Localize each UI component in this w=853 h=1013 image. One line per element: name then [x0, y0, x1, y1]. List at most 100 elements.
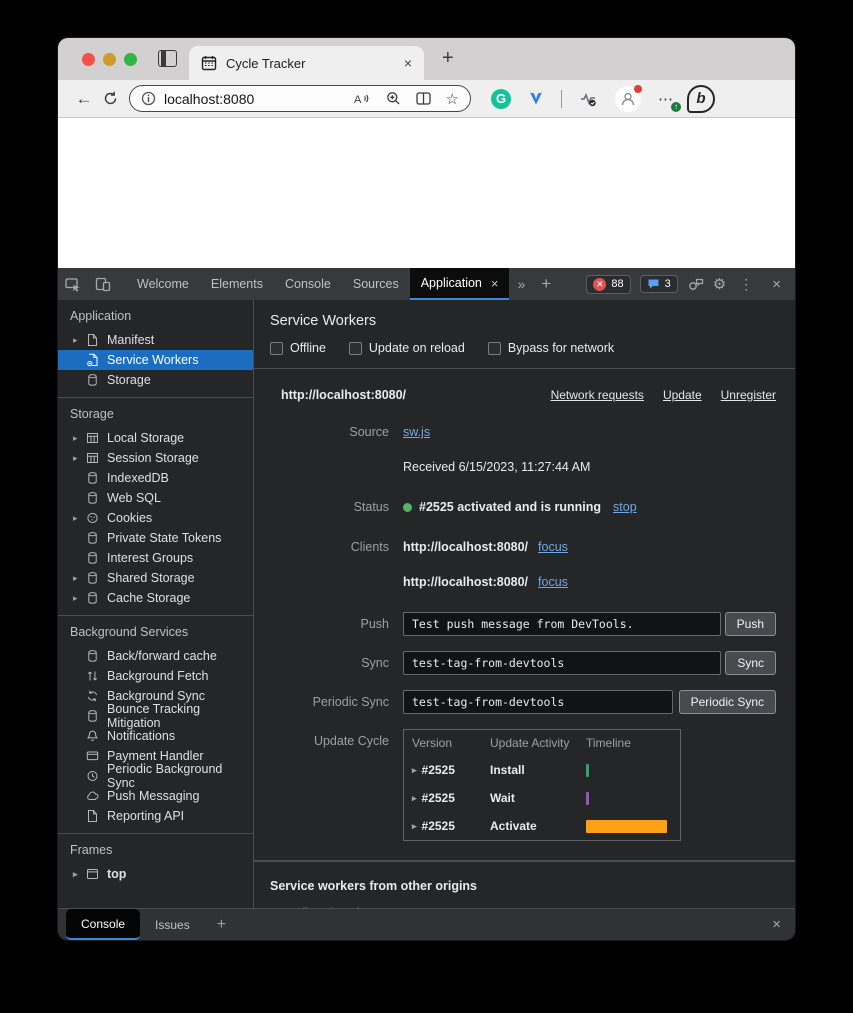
add-panel-icon[interactable]: +: [533, 268, 559, 300]
copilot-icon[interactable]: b: [687, 85, 715, 113]
browser-tab[interactable]: Cycle Tracker ×: [189, 46, 424, 80]
expand-arrow-icon[interactable]: ▸: [412, 793, 417, 804]
address-bar[interactable]: localhost:8080 A ☆: [129, 85, 471, 112]
grammarly-extension-icon[interactable]: G: [491, 89, 511, 109]
checkbox-update-on-reload[interactable]: Update on reload: [349, 341, 465, 355]
periodic-sync-tag-input[interactable]: [403, 690, 673, 714]
update-cycle-header: Timeline: [586, 736, 672, 750]
expand-arrow-icon[interactable]: ▸: [73, 453, 86, 464]
health-extension-icon[interactable]: [579, 91, 598, 107]
close-tab-icon[interactable]: ×: [404, 55, 412, 71]
stop-link[interactable]: stop: [613, 500, 637, 514]
close-drawer-icon[interactable]: ×: [758, 909, 795, 940]
sidebar-item-background-fetch[interactable]: Background Fetch: [58, 666, 253, 686]
kebab-menu-icon[interactable]: ⋮: [735, 276, 757, 293]
sidebar-item-indexeddb[interactable]: IndexedDB: [58, 468, 253, 488]
network-requests-link[interactable]: Network requests: [551, 388, 644, 402]
split-screen-icon[interactable]: [416, 92, 431, 105]
sidebar-item-label: top: [107, 867, 126, 881]
unregister-link[interactable]: Unregister: [721, 388, 776, 402]
settings-gear-icon[interactable]: ⚙: [713, 275, 726, 293]
sidebar-item-label: Local Storage: [107, 431, 184, 445]
update-cycle-row[interactable]: ▸#2525Wait: [404, 784, 680, 812]
drawer-tab-issues[interactable]: Issues: [140, 909, 205, 940]
expand-arrow-icon[interactable]: ▸: [73, 513, 86, 524]
sidebar-item-top[interactable]: ▸ top: [58, 864, 253, 884]
new-tab-button[interactable]: +: [442, 47, 454, 70]
push-label: Push: [281, 617, 389, 631]
close-panel-tab-icon[interactable]: ×: [491, 276, 499, 291]
focus-link[interactable]: focus: [538, 575, 568, 589]
toolbar-separator: [561, 90, 562, 108]
activity-value: Install: [490, 763, 586, 777]
sidebar-item-periodic-background-sync[interactable]: Periodic Background Sync: [58, 766, 253, 786]
update-cycle-row[interactable]: ▸#2525Install: [404, 756, 680, 784]
expand-arrow-icon[interactable]: ▸: [412, 821, 417, 832]
sidebar-item-back-forward-cache[interactable]: Back/forward cache: [58, 646, 253, 666]
push-message-input[interactable]: [403, 612, 721, 636]
minimize-window-button[interactable]: [103, 53, 116, 66]
expand-arrow-icon[interactable]: ▸: [73, 335, 86, 346]
v-extension-icon[interactable]: [528, 91, 544, 106]
expand-arrow-icon[interactable]: ▸: [73, 433, 86, 444]
device-toolbar-icon[interactable]: [88, 268, 118, 300]
close-devtools-icon[interactable]: ×: [766, 276, 787, 293]
expand-arrow-icon[interactable]: ▸: [73, 869, 86, 880]
expand-arrow-icon[interactable]: ▸: [73, 593, 86, 604]
profile-avatar[interactable]: [615, 86, 641, 112]
sync-tag-input[interactable]: [403, 651, 721, 675]
close-window-button[interactable]: [82, 53, 95, 66]
inspect-element-icon[interactable]: [58, 268, 88, 300]
devtools-tab-sources[interactable]: Sources: [342, 268, 410, 300]
read-aloud-icon[interactable]: A: [354, 92, 371, 106]
tab-overview-icon[interactable]: [158, 50, 177, 67]
sidebar-item-interest-groups[interactable]: Interest Groups: [58, 548, 253, 568]
issues-badge[interactable]: 3: [640, 275, 678, 293]
refresh-icon[interactable]: [97, 90, 123, 107]
zoom-window-button[interactable]: [124, 53, 137, 66]
sidebar-item-bounce-tracking-mitigation[interactable]: Bounce Tracking Mitigation: [58, 706, 253, 726]
sidebar-item-private-state-tokens[interactable]: Private State Tokens: [58, 528, 253, 548]
devtools-tab-elements[interactable]: Elements: [200, 268, 274, 300]
checkbox-offline[interactable]: Offline: [270, 341, 326, 355]
drawer-tab-console[interactable]: Console: [66, 909, 140, 940]
sidebar-item-manifest[interactable]: ▸Manifest: [58, 330, 253, 350]
sidebar-item-label: IndexedDB: [107, 471, 169, 485]
more-menu-icon[interactable]: ⋯↑: [658, 90, 673, 108]
sidebar-item-session-storage[interactable]: ▸Session Storage: [58, 448, 253, 468]
focus-link[interactable]: focus: [538, 540, 568, 554]
update-link[interactable]: Update: [663, 388, 702, 402]
checkbox-box[interactable]: [349, 342, 362, 355]
sidebar-item-service-workers[interactable]: Service Workers: [58, 350, 253, 370]
sidebar-item-storage[interactable]: Storage: [58, 370, 253, 390]
devtools-tab-welcome[interactable]: Welcome: [126, 268, 200, 300]
expand-arrow-icon[interactable]: ▸: [73, 573, 86, 584]
url-text[interactable]: localhost:8080: [164, 91, 254, 107]
feedback-icon[interactable]: [687, 277, 704, 292]
sidebar-item-shared-storage[interactable]: ▸Shared Storage: [58, 568, 253, 588]
devtools-tab-application[interactable]: Application×: [410, 268, 510, 300]
checkbox-box[interactable]: [488, 342, 501, 355]
zoom-icon[interactable]: [386, 91, 401, 106]
error-badge[interactable]: ✕88: [586, 275, 630, 294]
devtools-tab-console[interactable]: Console: [274, 268, 342, 300]
sidebar-item-local-storage[interactable]: ▸ Local Storage: [58, 428, 253, 448]
sidebar-item-web-sql[interactable]: Web SQL: [58, 488, 253, 508]
checkbox-bypass-for-network[interactable]: Bypass for network: [488, 341, 614, 355]
more-tabs-icon[interactable]: »: [509, 268, 533, 300]
source-link[interactable]: sw.js: [403, 425, 430, 439]
back-icon[interactable]: ←: [71, 89, 97, 109]
favorites-star-icon[interactable]: ☆: [446, 90, 459, 108]
push-button[interactable]: Push: [725, 612, 776, 636]
periodic-sync-button[interactable]: Periodic Sync: [679, 690, 776, 714]
sidebar-item-reporting-api[interactable]: Reporting API: [58, 806, 253, 826]
site-info-icon[interactable]: [141, 91, 156, 106]
sync-button[interactable]: Sync: [725, 651, 776, 675]
expand-arrow-icon[interactable]: ▸: [412, 765, 417, 776]
update-cycle-row[interactable]: ▸#2525Activate: [404, 812, 680, 840]
sync-label: Sync: [281, 656, 389, 670]
add-drawer-tab-icon[interactable]: +: [205, 909, 238, 940]
checkbox-box[interactable]: [270, 342, 283, 355]
sidebar-item-cookies[interactable]: ▸Cookies: [58, 508, 253, 528]
sidebar-item-cache-storage[interactable]: ▸Cache Storage: [58, 588, 253, 608]
